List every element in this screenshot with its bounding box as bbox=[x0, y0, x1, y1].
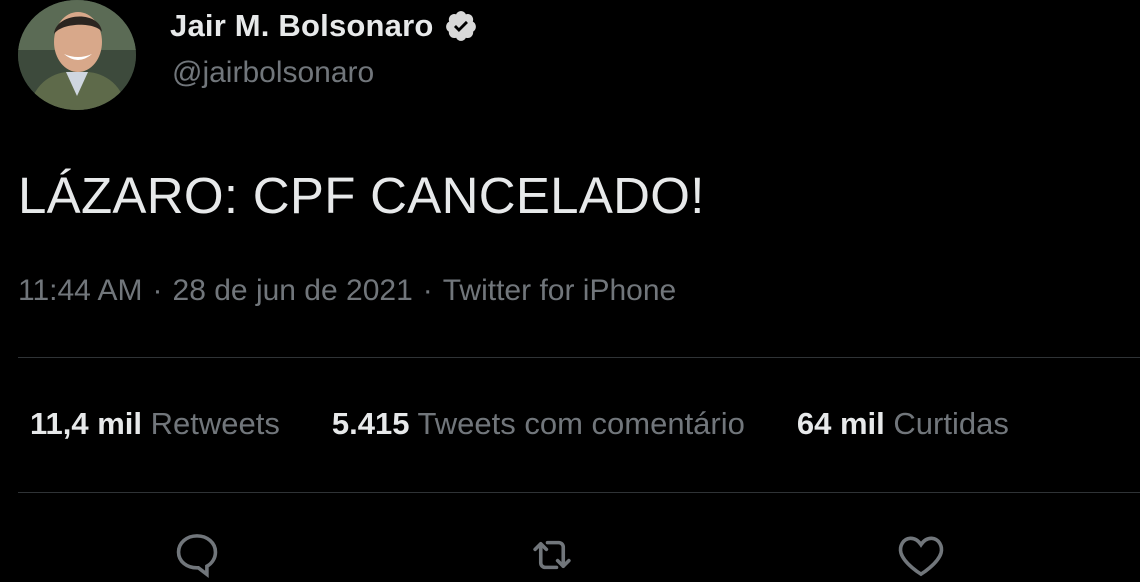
quote-tweets-count: 5.415 bbox=[331, 406, 410, 441]
reply-icon bbox=[176, 534, 218, 578]
retweets-stat[interactable]: 11,4 mil Retweets bbox=[30, 406, 280, 442]
meta-separator: · bbox=[152, 274, 163, 307]
engagement-stats: 11,4 mil Retweets 5.415 Tweets com comen… bbox=[30, 406, 1061, 442]
retweets-label: Retweets bbox=[150, 406, 280, 441]
divider bbox=[18, 492, 1140, 493]
retweets-count: 11,4 mil bbox=[30, 406, 143, 441]
like-icon bbox=[898, 536, 944, 577]
tweet-metadata: 11:44 AM · 28 de jun de 2021 · Twitter for i… bbox=[18, 274, 676, 308]
tweet-time[interactable]: 11:44 AM bbox=[18, 274, 143, 307]
retweet-button[interactable] bbox=[525, 528, 579, 582]
quote-tweets-label: Tweets com comentário bbox=[417, 406, 745, 441]
likes-count: 64 mil bbox=[796, 406, 885, 441]
divider bbox=[18, 357, 1140, 358]
author-display-name[interactable]: Jair M. Bolsonaro bbox=[170, 8, 434, 44]
tweet-date[interactable]: 28 de jun de 2021 bbox=[173, 274, 413, 307]
quote-tweets-stat[interactable]: 5.415 Tweets com comentário bbox=[332, 406, 745, 442]
avatar[interactable] bbox=[18, 0, 136, 110]
tweet-source[interactable]: Twitter for iPhone bbox=[443, 274, 676, 307]
tweet-text: LÁZARO: CPF CANCELADO! bbox=[18, 167, 705, 224]
like-button[interactable] bbox=[894, 528, 948, 582]
author-handle[interactable]: @jairbolsonaro bbox=[172, 56, 374, 90]
likes-stat[interactable]: 64 mil Curtidas bbox=[797, 406, 1009, 442]
retweet-icon bbox=[533, 540, 571, 570]
verified-badge-icon bbox=[444, 9, 478, 43]
meta-separator: · bbox=[422, 274, 433, 307]
author-name-row[interactable]: Jair M. Bolsonaro bbox=[170, 4, 478, 48]
likes-label: Curtidas bbox=[893, 406, 1009, 441]
reply-button[interactable] bbox=[170, 528, 224, 582]
